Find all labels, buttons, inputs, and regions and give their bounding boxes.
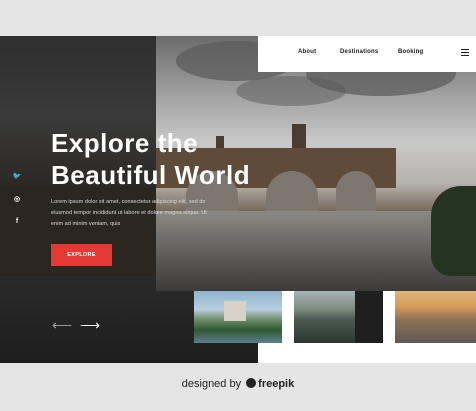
facebook-icon[interactable]: f [12,218,22,225]
nav-about[interactable]: About [298,49,316,55]
hero-title-line1: Explore the [51,128,199,158]
thumbnail-coast[interactable] [294,291,383,343]
hero-description: Lorem ipsum dolor sit amet, consectetur … [51,199,207,227]
thumbnail-mountains[interactable] [395,291,476,343]
credit-prefix: designed by [181,378,242,390]
hero-title: Explore the Beautiful World [51,127,250,191]
hamburger-menu-icon[interactable] [461,49,469,56]
twitter-icon[interactable]: 🐦 [12,172,22,180]
credit-line: designed by freepik [0,378,476,390]
prev-arrow-icon[interactable]: ⟵ [52,318,72,332]
explore-button[interactable]: EXPLORE [51,244,112,266]
freepik-logo-icon [246,378,257,389]
thumbnail-castle[interactable] [194,291,282,343]
nav-destinations[interactable]: Destinations [340,49,378,55]
hero-title-line2: Beautiful World [51,160,251,190]
credit-brand: freepik [258,378,295,390]
next-arrow-icon[interactable]: ⟶ [80,318,100,332]
top-navigation: About Destinations Booking [258,36,476,72]
nav-booking[interactable]: Booking [398,49,423,55]
instagram-icon[interactable]: ◎ [12,195,22,203]
